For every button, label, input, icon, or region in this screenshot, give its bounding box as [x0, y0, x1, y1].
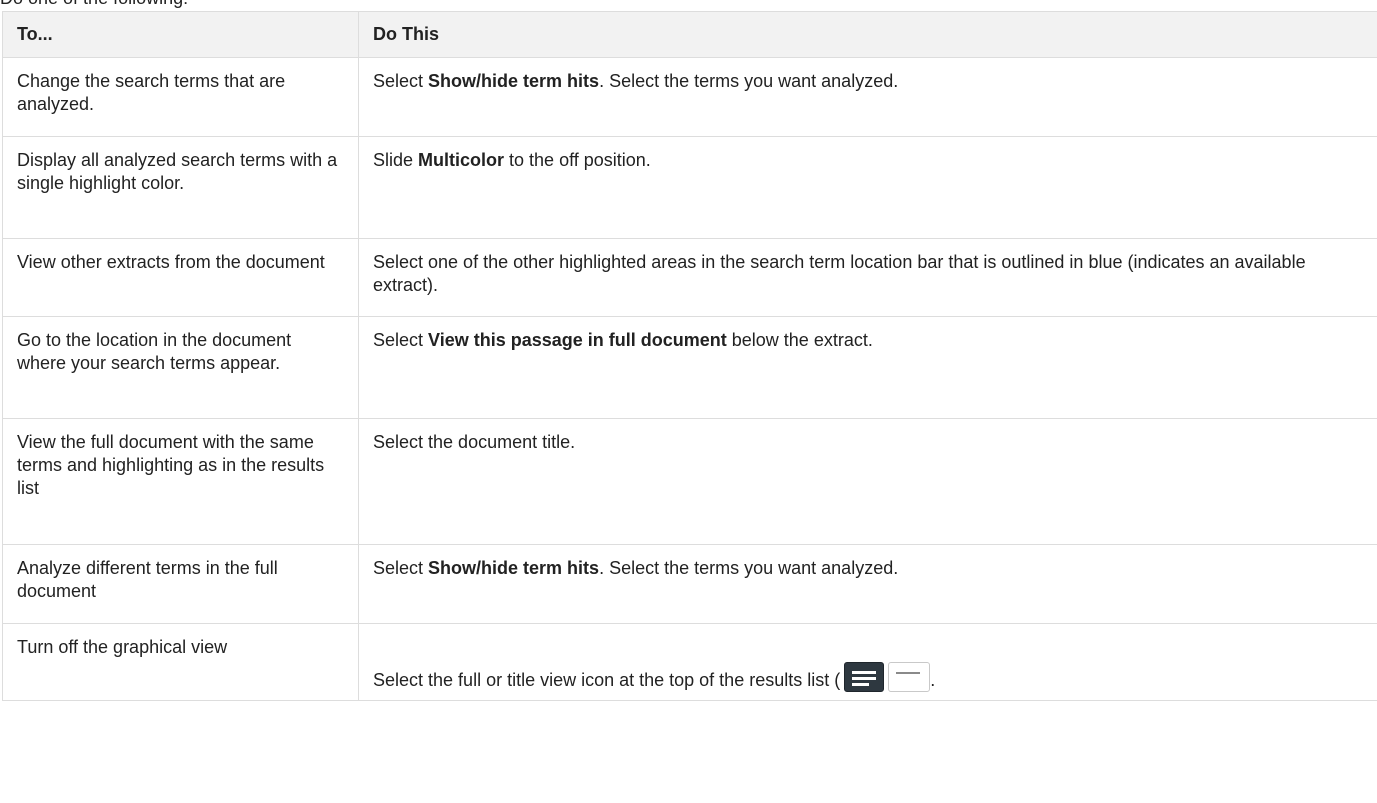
- cell-do-this: Select the full or title view icon at th…: [358, 623, 1377, 701]
- cell-do-this: Select Show/hide term hits. Select the t…: [358, 57, 1377, 137]
- do-text: . Select the terms you want analyzed.: [599, 558, 899, 578]
- cell-to: Analyze different terms in the full docu…: [2, 544, 359, 624]
- do-text: below the extract.: [726, 330, 873, 350]
- table-row: Display all analyzed search terms with a…: [2, 136, 1377, 239]
- full-view-icon: [844, 662, 885, 692]
- intro-text: Do one of the following:: [0, 0, 188, 10]
- ui-term: View this passage in full document: [428, 330, 727, 350]
- cell-to: Display all analyzed search terms with a…: [2, 136, 359, 239]
- instructions-table: To... Do This Change the search terms th…: [2, 11, 1377, 701]
- ui-term: Multicolor: [418, 150, 505, 170]
- cell-do-this: Slide Multicolor to the off position.: [358, 136, 1377, 239]
- table-row: Analyze different terms in the full docu…: [2, 544, 1377, 624]
- table-row: Turn off the graphical view Select the f…: [2, 623, 1377, 701]
- cell-to: View other extracts from the document: [2, 238, 359, 317]
- ui-term: Show/hide term hits: [428, 558, 600, 578]
- table-header-row: To... Do This: [2, 11, 1377, 58]
- do-text: Slide: [373, 150, 419, 170]
- cell-to: Turn off the graphical view: [2, 623, 359, 701]
- cell-to: View the full document with the same ter…: [2, 418, 359, 545]
- cell-do-this: Select View this passage in full documen…: [358, 316, 1377, 419]
- cell-to: Go to the location in the document where…: [2, 316, 359, 419]
- header-do-this: Do This: [358, 11, 1377, 58]
- table-row: Go to the location in the document where…: [2, 316, 1377, 419]
- do-text: Select: [373, 558, 429, 578]
- do-text: .: [930, 670, 936, 690]
- header-to: To...: [2, 11, 359, 58]
- cell-do-this: Select the document title.: [358, 418, 1377, 545]
- cell-do-this: Select one of the other highlighted area…: [358, 238, 1377, 317]
- title-view-icon: [888, 662, 931, 692]
- ui-term: Show/hide term hits: [428, 71, 600, 91]
- table-row: Change the search terms that are analyze…: [2, 57, 1377, 137]
- do-text: to the off position.: [504, 150, 651, 170]
- do-text: . Select the terms you want analyzed.: [599, 71, 899, 91]
- do-text: Select the full or title view icon at th…: [373, 670, 841, 690]
- cell-do-this: Select Show/hide term hits. Select the t…: [358, 544, 1377, 624]
- table-row: View other extracts from the document Se…: [2, 238, 1377, 317]
- cell-to: Change the search terms that are analyze…: [2, 57, 359, 137]
- do-text: Select: [373, 330, 429, 350]
- do-text: Select: [373, 71, 429, 91]
- table-row: View the full document with the same ter…: [2, 418, 1377, 545]
